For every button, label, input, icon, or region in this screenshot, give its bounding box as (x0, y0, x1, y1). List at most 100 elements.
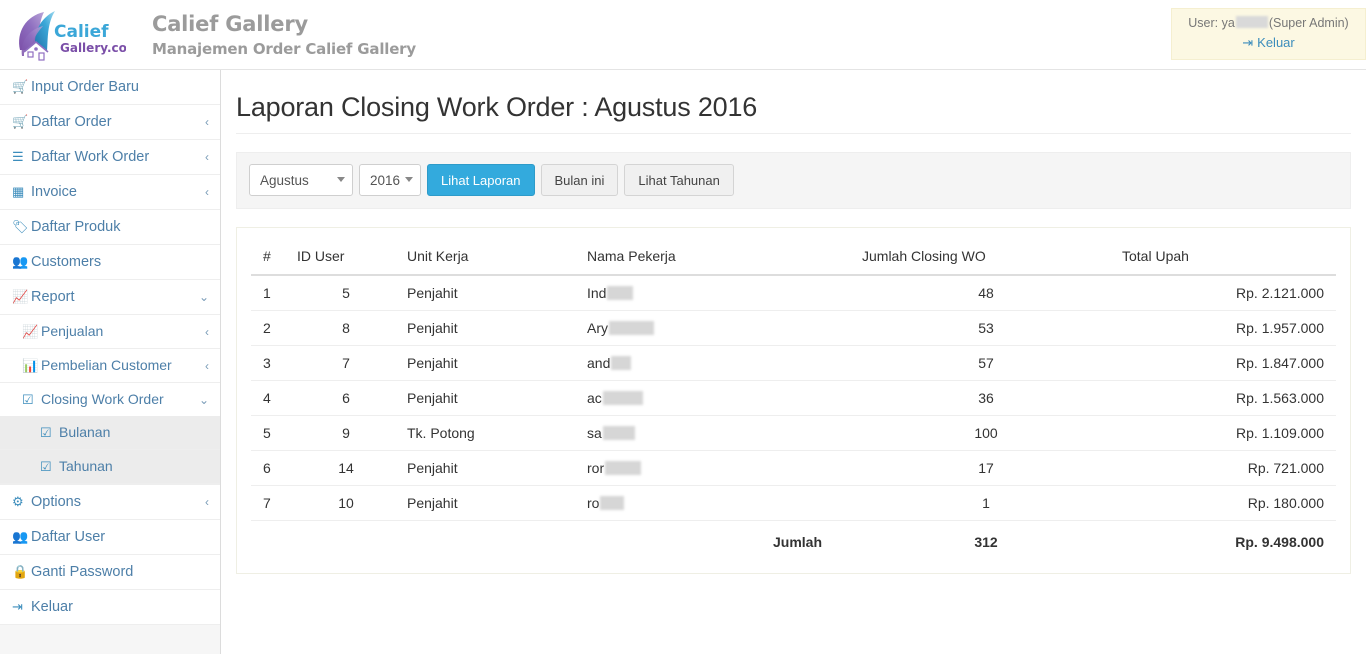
sidebar-menu: 🛒 Input Order Baru 🛒 Daftar Order ‹ ☰ Dafta… (0, 70, 220, 625)
cell-total-upah: Rp. 2.121.000 (1116, 275, 1336, 311)
svg-text:Gallery.com: Gallery.com (60, 41, 126, 55)
money-icon: ▦ (12, 184, 25, 199)
redacted-name (609, 321, 654, 335)
cell-nama-pekerja: sa (581, 415, 856, 451)
sidebar-item-options[interactable]: ⚙ Options ‹ (0, 485, 220, 520)
year-select-value: 2016 (370, 172, 401, 188)
gears-icon: ⚙ (12, 494, 24, 509)
chevron-down-icon[interactable]: ⌄ (199, 392, 209, 408)
closing-work-order-table: # ID User Unit Kerja Nama Pekerja Jumlah… (251, 240, 1336, 559)
chevron-left-icon[interactable]: ‹ (205, 324, 209, 340)
lihat-laporan-button[interactable]: Lihat Laporan (427, 164, 535, 196)
col-header-total-upah: Total Upah (1116, 240, 1336, 276)
table-body: 1 5 Penjahit Ind 48 Rp. 2.121.000 2 8 Penjahit Ar… (251, 275, 1336, 559)
table-head: # ID User Unit Kerja Nama Pekerja Jumlah… (251, 240, 1336, 276)
cell-no: 6 (251, 450, 291, 486)
bulan-ini-button[interactable]: Bulan ini (540, 164, 619, 196)
cell-nama-pekerja: ac (581, 380, 856, 416)
cell-total-upah: Rp. 180.000 (1116, 485, 1336, 521)
chevron-left-icon[interactable]: ‹ (205, 149, 209, 165)
cell-total-upah: Rp. 1.957.000 (1116, 310, 1336, 346)
closing-work-order-submenu: ☑ Bulanan ☑ Tahunan (0, 416, 220, 484)
sidebar-item-daftar-work-order[interactable]: ☰ Daftar Work Order ‹ (0, 140, 220, 175)
sign-out-icon: ⇥ (1242, 35, 1254, 50)
bar-chart-icon: 📊 (22, 358, 39, 373)
redacted-name (605, 461, 642, 475)
cart-plus-icon: 🛒 (12, 79, 29, 94)
col-header-id-user: ID User (291, 240, 401, 276)
redacted-username (1235, 16, 1268, 28)
cell-no: 2 (251, 310, 291, 346)
sidebar-item-daftar-produk[interactable]: 🏷 Daftar Produk (0, 210, 220, 245)
chevron-left-icon[interactable]: ‹ (205, 494, 209, 510)
sidebar-item-daftar-user[interactable]: 👥 Daftar User (0, 520, 220, 555)
total-label: Jumlah (772, 534, 822, 550)
users-icon: 👥 (12, 254, 29, 269)
sidebar-label: Bulanan (59, 424, 111, 440)
redacted-name (602, 426, 635, 440)
calief-gallery-logo-icon: Calief Gallery.com (14, 6, 139, 64)
month-select[interactable]: Agustus (249, 164, 353, 196)
cell-jumlah-closing-wo: 57 (856, 345, 1116, 381)
col-header-unit-kerja: Unit Kerja (401, 240, 581, 276)
lihat-tahunan-button[interactable]: Lihat Tahunan (624, 164, 734, 196)
header-logout-link[interactable]: ⇥ Keluar (1180, 34, 1357, 52)
sidebar-item-keluar[interactable]: ⇥ Keluar (0, 590, 220, 625)
chevron-left-icon[interactable]: ‹ (205, 358, 209, 374)
cell-no: 5 (251, 415, 291, 451)
sidebar-label: Tahunan (59, 458, 113, 474)
cell-unit-kerja: Penjahit (401, 380, 581, 416)
sign-out-icon: ⇥ (12, 599, 23, 614)
cell-id-user: 6 (291, 380, 401, 416)
sidebar-item-tahunan[interactable]: ☑ Tahunan (0, 450, 220, 484)
user-panel: User: ya (Super Admin) ⇥ Keluar (1171, 8, 1366, 60)
sidebar-item-customers[interactable]: 👥 Customers (0, 245, 220, 280)
brand-text: Calief Gallery Manajemen Order Calief Ga… (152, 11, 416, 59)
app-subtitle: Manajemen Order Calief Gallery (152, 40, 416, 58)
cell-id-user: 14 (291, 450, 401, 486)
cell-nama-pekerja: ro (581, 485, 856, 521)
cell-unit-kerja: Penjahit (401, 275, 581, 311)
sidebar-label: Keluar (31, 599, 73, 615)
table-header-row: # ID User Unit Kerja Nama Pekerja Jumlah… (251, 240, 1336, 276)
cell-nama-pekerja: Ind (581, 275, 856, 311)
sidebar-item-closing-work-order[interactable]: ☑ Closing Work Order ⌄ (0, 383, 220, 416)
report-table-panel: # ID User Unit Kerja Nama Pekerja Jumlah… (236, 227, 1351, 574)
cell-id-user: 8 (291, 310, 401, 346)
year-select[interactable]: 2016 (359, 164, 421, 196)
check-square-icon: ☑ (22, 392, 34, 407)
cell-unit-kerja: Penjahit (401, 345, 581, 381)
users-icon: 👥 (12, 529, 29, 544)
col-header-jumlah-closing-wo: Jumlah Closing WO (856, 240, 1116, 276)
chevron-down-icon[interactable]: ⌄ (199, 289, 209, 305)
sidebar-item-pembelian-customer[interactable]: 📊 Pembelian Customer ‹ (0, 349, 220, 383)
user-info-line: User: ya (Super Admin) (1180, 15, 1357, 32)
sidebar-item-daftar-order[interactable]: 🛒 Daftar Order ‹ (0, 105, 220, 140)
table-row: 5 9 Tk. Potong sa 100 Rp. 1.109.000 (251, 415, 1336, 451)
sidebar-label: Daftar Order (31, 114, 112, 130)
cell-no: 1 (251, 275, 291, 311)
sidebar-item-penjualan[interactable]: 📈 Penjualan ‹ (0, 315, 220, 349)
tag-icon: 🏷 (12, 219, 29, 234)
table-row: 7 10 Penjahit ro 1 Rp. 180.000 (251, 485, 1336, 521)
sidebar-item-ganti-password[interactable]: 🔒 Ganti Password (0, 555, 220, 590)
cell-no: 7 (251, 485, 291, 521)
sidebar-item-invoice[interactable]: ▦ Invoice ‹ (0, 175, 220, 210)
chevron-down-icon (405, 177, 413, 182)
sidebar-item-report[interactable]: 📈 Report ⌄ (0, 280, 220, 315)
table-row: 2 8 Penjahit Ary 53 Rp. 1.957.000 (251, 310, 1336, 346)
total-jumlah: 312 (974, 534, 998, 550)
sidebar-label: Penjualan (41, 323, 104, 339)
chevron-left-icon[interactable]: ‹ (205, 114, 209, 130)
sidebar-label: Customers (31, 254, 102, 270)
table-row: 3 7 Penjahit and 57 Rp. 1.847.000 (251, 345, 1336, 381)
sidebar-item-bulanan[interactable]: ☑ Bulanan (0, 416, 220, 450)
brand-area[interactable]: Calief Gallery.com Calief Gallery Manaje… (14, 6, 416, 64)
app-title: Calief Gallery (152, 12, 308, 36)
cell-nama-pekerja: ror (581, 450, 856, 486)
sidebar-item-input-order-baru[interactable]: 🛒 Input Order Baru (0, 70, 220, 105)
app-root: Calief Gallery.com Calief Gallery Manaje… (0, 0, 1366, 654)
chevron-left-icon[interactable]: ‹ (205, 184, 209, 200)
cell-id-user: 5 (291, 275, 401, 311)
table-row: 1 5 Penjahit Ind 48 Rp. 2.121.000 (251, 275, 1336, 311)
